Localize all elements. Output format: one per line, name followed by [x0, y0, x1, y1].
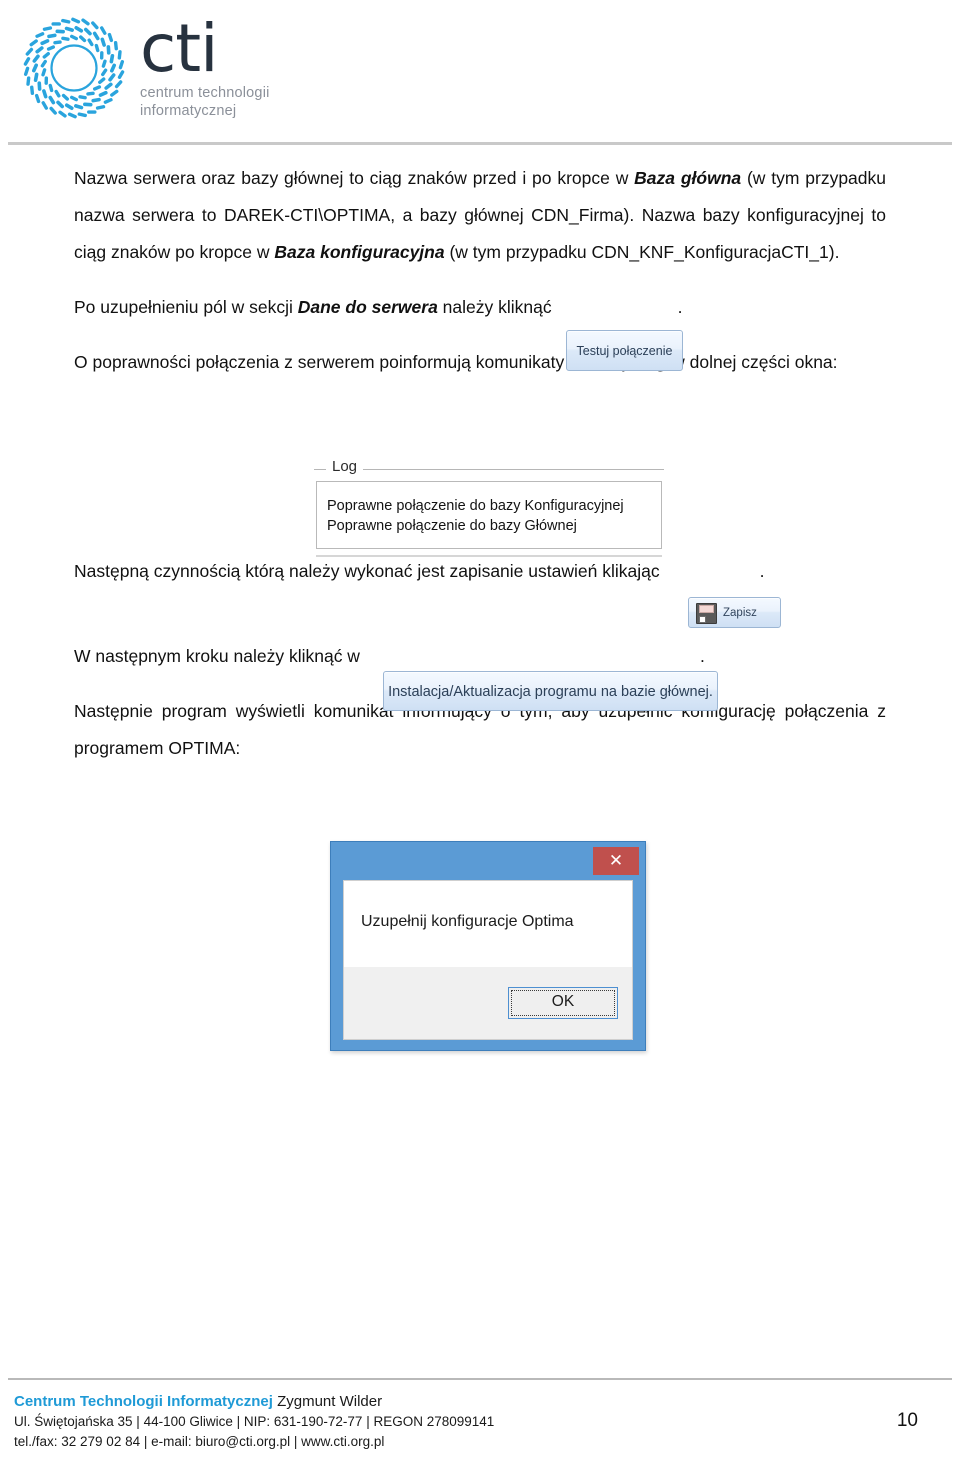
footer-company-block: Centrum Technologii Informatycznej Zygmu… [14, 1392, 494, 1452]
p3-text-c: w dolnej części okna: [667, 352, 838, 372]
testuj-polaczenie-button[interactable]: Testuj połączenie [566, 330, 683, 371]
dialog-button-row: OK [344, 967, 632, 1039]
footer-brand-name: Centrum Technologii Informatycznej [14, 1393, 273, 1410]
zapisz-button[interactable]: Zapisz [688, 597, 781, 628]
header-divider [8, 142, 952, 145]
p2-text-c: należy kliknąć [437, 297, 552, 317]
dialog-message-text: Uzupełnij konfiguracje Optima [361, 913, 574, 930]
p3-text-a: O poprawności połączenia z serwerem poin… [74, 352, 636, 372]
p2-emphasis-dane-do-serwera: Dane do serwera [297, 297, 438, 317]
p1-emphasis-baza-konfiguracyjna: Baza konfiguracyjna [274, 242, 445, 262]
log-textarea[interactable]: Poprawne połączenie do bazy Konfiguracyj… [316, 481, 662, 549]
p1-text-e: (w tym przypadku CDN_KNF_KonfiguracjaCTI… [444, 242, 840, 262]
log-groupbox-screenshot: Log Poprawne połączenie do bazy Konfigur… [314, 458, 664, 563]
p5-text-a: W następnym kroku należy kliknąć w [74, 646, 360, 666]
log-legend-label: Log [326, 458, 364, 475]
cti-wordmark: cti centrum technologii informatycznej [140, 12, 270, 120]
p2-period: . [677, 297, 683, 317]
log-line-1: Poprawne połączenie do bazy Konfiguracyj… [327, 498, 624, 514]
instalacja-aktualizacja-button[interactable]: Instalacja/Aktualizacja programu na bazi… [383, 671, 718, 711]
log-bottom-edge [316, 555, 662, 557]
p1-emphasis-baza-glowna: Baza główna [634, 168, 742, 188]
cti-logo: cti centrum technologii informatycznej [18, 12, 270, 124]
log-line-2: Poprawne połączenie do bazy Głównej [327, 518, 577, 534]
p5-period: . [699, 646, 705, 666]
paragraph-test-connection: Po uzupełnieniu pól w sekcji Dane do ser… [74, 289, 886, 326]
paragraph-server-names: Nazwa serwera oraz bazy głównej to ciąg … [74, 160, 886, 271]
cti-wordmark-text: cti [140, 10, 219, 87]
cti-tagline-line1: centrum technologii [140, 85, 270, 101]
zapisz-button-label: Zapisz [723, 607, 757, 619]
page-number: 10 [896, 1410, 918, 1431]
footer-line-address: Ul. Świętojańska 35 | 44-100 Gliwice | N… [14, 1414, 495, 1429]
p4-text-a: Następną czynnością którą należy wykonać… [74, 561, 660, 581]
footer-line-contact: tel./fax: 32 279 02 84 | e-mail: biuro@c… [14, 1434, 385, 1449]
dialog-ok-button[interactable]: OK [508, 987, 618, 1019]
footer-line-company: Centrum Technologii Informatycznej Zygmu… [14, 1392, 494, 1412]
p4-period: . [759, 561, 765, 581]
paragraph-next-step: W następnym kroku należy kliknąć w. [74, 638, 886, 675]
paragraph-log-section: O poprawności połączenia z serwerem poin… [74, 344, 886, 381]
cti-radial-logo-icon [18, 12, 130, 124]
p2-text-a: Po uzupełnieniu pól w sekcji [74, 297, 298, 317]
floppy-disk-icon [696, 603, 717, 624]
cti-tagline-line2: informatycznej [140, 103, 237, 119]
log-legend-rule [314, 469, 664, 470]
close-icon[interactable]: ✕ [593, 847, 639, 875]
page-footer: Centrum Technologii Informatycznej Zygmu… [0, 1374, 960, 1464]
page-header: cti centrum technologii informatycznej [0, 0, 960, 150]
footer-divider [8, 1378, 952, 1380]
footer-owner-name: Zygmunt Wilder [272, 1393, 383, 1410]
p1-text-a: Nazwa serwera oraz bazy głównej to ciąg … [74, 168, 635, 188]
dialog-inner-panel: Uzupełnij konfiguracje Optima OK [343, 880, 633, 1040]
uzupelnij-konfiguracje-dialog: ✕ Uzupełnij konfiguracje Optima OK [330, 841, 646, 1051]
dialog-ok-label: OK [551, 993, 575, 1010]
dialog-message-area: Uzupełnij konfiguracje Optima [344, 881, 632, 967]
dialog-titlebar: ✕ [331, 842, 645, 878]
